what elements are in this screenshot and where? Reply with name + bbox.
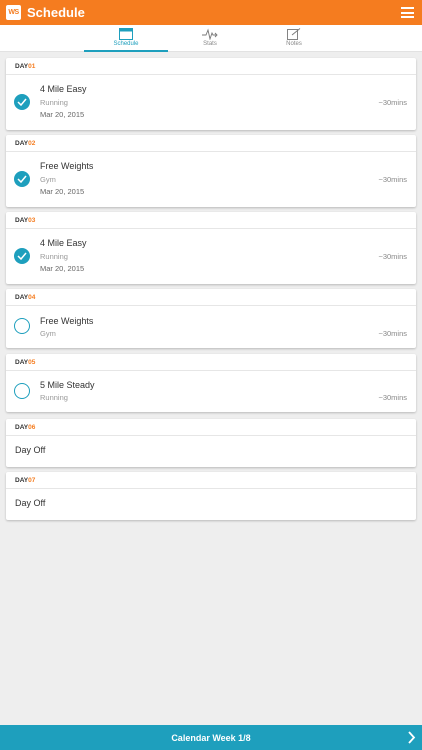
day-header: DAY 07 xyxy=(6,472,416,489)
day-card[interactable]: DAY 06 Day Off xyxy=(6,419,416,467)
calendar-icon xyxy=(119,28,133,40)
day-card[interactable]: DAY 07 Day Off xyxy=(6,472,416,520)
workout-title: Free Weights xyxy=(40,316,94,326)
workout-duration: ~30mins xyxy=(378,329,407,338)
notes-icon xyxy=(287,28,301,40)
incomplete-circle-icon[interactable] xyxy=(14,383,30,399)
incomplete-circle-icon[interactable] xyxy=(14,318,30,334)
day-header: DAY 01 xyxy=(6,58,416,75)
workout-duration: ~30mins xyxy=(378,98,407,107)
tab-stats[interactable]: Stats xyxy=(168,25,252,52)
completed-check-icon[interactable] xyxy=(14,248,30,264)
workout-title: 4 Mile Easy xyxy=(40,238,87,248)
workout-type: Gym xyxy=(40,175,56,184)
workout-duration: ~30mins xyxy=(378,252,407,261)
day-header: DAY 06 xyxy=(6,419,416,436)
menu-icon[interactable] xyxy=(401,7,414,18)
completed-check-icon[interactable] xyxy=(14,171,30,187)
completed-check-icon[interactable] xyxy=(14,94,30,110)
workout-type: Running xyxy=(40,98,68,107)
day-off-label: Day Off xyxy=(15,445,46,455)
day-card[interactable]: DAY 02 Free Weights Gym Mar 20, 2015 ~30m… xyxy=(6,135,416,207)
workout-type: Running xyxy=(40,252,68,261)
tab-bar: Schedule Stats Notes xyxy=(0,25,422,52)
workout-title: Free Weights xyxy=(40,161,94,171)
tab-label: Stats xyxy=(203,41,217,47)
page-title: Schedule xyxy=(27,5,85,20)
tab-schedule[interactable]: Schedule xyxy=(84,25,168,52)
active-tab-indicator xyxy=(84,50,168,52)
workout-title: 5 Mile Steady xyxy=(40,380,95,390)
day-card[interactable]: DAY 05 5 Mile Steady Running ~30mins xyxy=(6,354,416,412)
day-card[interactable]: DAY 01 4 Mile Easy Running Mar 20, 2015 ~… xyxy=(6,58,416,130)
tab-label: Schedule xyxy=(113,41,139,47)
workout-date: Mar 20, 2015 xyxy=(40,110,85,119)
tab-notes[interactable]: Notes xyxy=(252,25,336,52)
app-logo: WS xyxy=(6,5,21,20)
day-card[interactable]: DAY 04 Free Weights Gym ~30mins xyxy=(6,289,416,348)
workout-title: 4 Mile Easy xyxy=(40,84,87,94)
workout-duration: ~30mins xyxy=(378,175,407,184)
workout-date: Mar 20, 2015 xyxy=(40,187,85,196)
workout-duration: ~30mins xyxy=(378,393,407,402)
day-off-label: Day Off xyxy=(15,498,46,508)
calendar-week-bar[interactable]: Calendar Week 1/8 xyxy=(0,725,422,750)
day-header: DAY 04 xyxy=(6,289,416,306)
day-header: DAY 02 xyxy=(6,135,416,152)
day-header: DAY 05 xyxy=(6,354,416,371)
tab-label: Notes xyxy=(286,41,302,47)
workout-date: Mar 20, 2015 xyxy=(40,264,85,273)
app-bar: WS Schedule xyxy=(0,0,422,25)
day-card[interactable]: DAY 03 4 Mile Easy Running Mar 20, 2015 ~… xyxy=(6,212,416,284)
calendar-week-label: Calendar Week 1/8 xyxy=(171,732,251,743)
pulse-icon xyxy=(202,28,218,40)
workout-type: Running xyxy=(40,393,68,402)
chevron-right-icon[interactable] xyxy=(407,731,416,744)
workout-type: Gym xyxy=(40,329,56,338)
day-header: DAY 03 xyxy=(6,212,416,229)
